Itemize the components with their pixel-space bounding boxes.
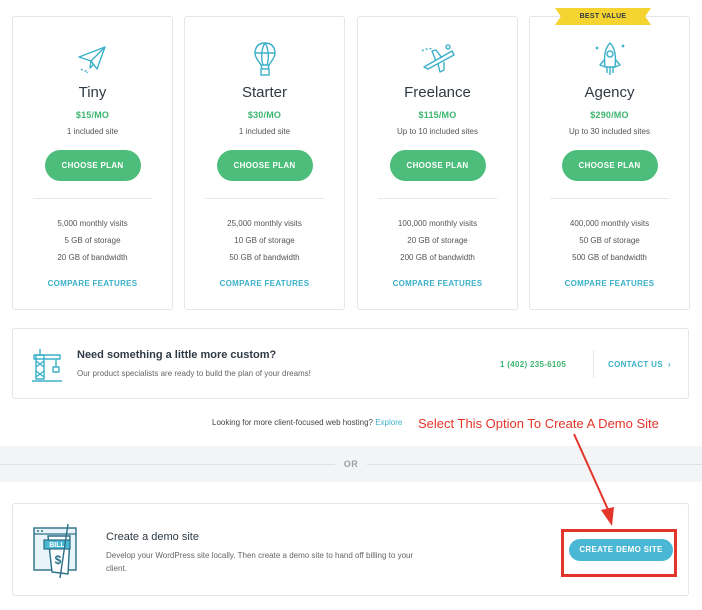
divider — [33, 198, 152, 199]
construction-crane-icon — [32, 349, 62, 382]
plan-feature: 5 GB of storage — [64, 236, 121, 245]
bill-label: BILL — [49, 542, 65, 549]
phone-number-link[interactable]: 1 (402) 235-6105 — [500, 360, 566, 369]
plan-feature: 10 GB of storage — [234, 236, 295, 245]
divider — [205, 198, 324, 199]
plan-sites: Up to 30 included sites — [569, 127, 650, 136]
dollar-sign: $ — [55, 553, 62, 567]
plan-name: Freelance — [404, 84, 471, 101]
divider — [550, 198, 669, 199]
plan-price: $30/MO — [247, 110, 282, 120]
custom-plan-subtitle: Our product specialists are ready to bui… — [77, 369, 311, 378]
contact-us-label: CONTACT US — [608, 360, 663, 369]
plan-card-tiny: Tiny $15/MO 1 included site CHOOSE PLAN … — [12, 16, 173, 310]
plan-sites: 1 included site — [66, 127, 119, 136]
plan-feature: 20 GB of bandwidth — [57, 253, 128, 262]
contact-us-link[interactable]: CONTACT US › — [608, 360, 671, 369]
annotation-text: Select This Option To Create A Demo Site — [418, 416, 659, 431]
demo-site-title: Create a demo site — [106, 531, 199, 543]
custom-plan-banner: Need something a little more custom? Our… — [12, 328, 689, 399]
plan-feature: 5,000 monthly visits — [57, 219, 128, 228]
hot-air-balloon-icon — [253, 42, 276, 76]
plan-feature: 500 GB of bandwidth — [572, 253, 647, 262]
divider — [593, 350, 594, 378]
plan-price: $115/MO — [418, 110, 457, 120]
plan-feature: 50 GB of bandwidth — [229, 253, 300, 262]
compare-features-link[interactable]: COMPARE FEATURES — [358, 279, 517, 288]
plan-price: $15/MO — [75, 110, 110, 120]
choose-plan-button[interactable]: CHOOSE PLAN — [44, 150, 141, 181]
plan-card-agency: Agency $290/MO Up to 30 included sites C… — [529, 16, 690, 310]
plan-name: Tiny — [78, 84, 107, 101]
best-value-badge: BEST VALUE — [555, 8, 651, 25]
pricing-plans: Tiny $15/MO 1 included site CHOOSE PLAN … — [12, 16, 690, 310]
compare-features-link[interactable]: COMPARE FEATURES — [530, 279, 689, 288]
plan-feature: 25,000 monthly visits — [227, 219, 302, 228]
bill-icon: BILL $ — [33, 523, 77, 579]
plan-feature: 100,000 monthly visits — [397, 219, 478, 228]
plan-sites: 1 included site — [238, 127, 291, 136]
plan-name: Agency — [584, 84, 635, 101]
explore-link[interactable]: Explore — [375, 418, 402, 427]
chevron-right-icon: › — [667, 360, 671, 369]
annotation-highlight-box — [561, 529, 677, 577]
rocket-icon — [595, 42, 624, 75]
divider — [378, 198, 497, 199]
airplane-icon — [421, 44, 455, 73]
compare-features-link[interactable]: COMPARE FEATURES — [13, 279, 172, 288]
hosting-prompt-text: Looking for more client-focused web host… — [212, 418, 373, 427]
plan-feature: 50 GB of storage — [579, 236, 640, 245]
plan-feature: 20 GB of storage — [407, 236, 468, 245]
annotation-arrow — [573, 433, 614, 526]
plan-feature: 200 GB of bandwidth — [400, 253, 475, 262]
choose-plan-button[interactable]: CHOOSE PLAN — [389, 150, 486, 181]
plan-name: Starter — [241, 84, 287, 101]
plan-card-freelance: Freelance $115/MO Up to 10 included site… — [357, 16, 518, 310]
paper-plane-icon — [77, 46, 106, 74]
hosting-prompt: Looking for more client-focused web host… — [212, 418, 402, 427]
compare-features-link[interactable]: COMPARE FEATURES — [185, 279, 344, 288]
plan-card-starter: Starter $30/MO 1 included site CHOOSE PL… — [184, 16, 345, 310]
plan-feature: 400,000 monthly visits — [569, 219, 650, 228]
choose-plan-button[interactable]: CHOOSE PLAN — [216, 150, 313, 181]
demo-site-description: Develop your WordPress site locally. The… — [106, 551, 414, 573]
custom-plan-title: Need something a little more custom? — [77, 349, 277, 361]
choose-plan-button[interactable]: CHOOSE PLAN — [561, 150, 658, 181]
plan-price: $290/MO — [590, 110, 629, 120]
plan-sites: Up to 10 included sites — [397, 127, 478, 136]
